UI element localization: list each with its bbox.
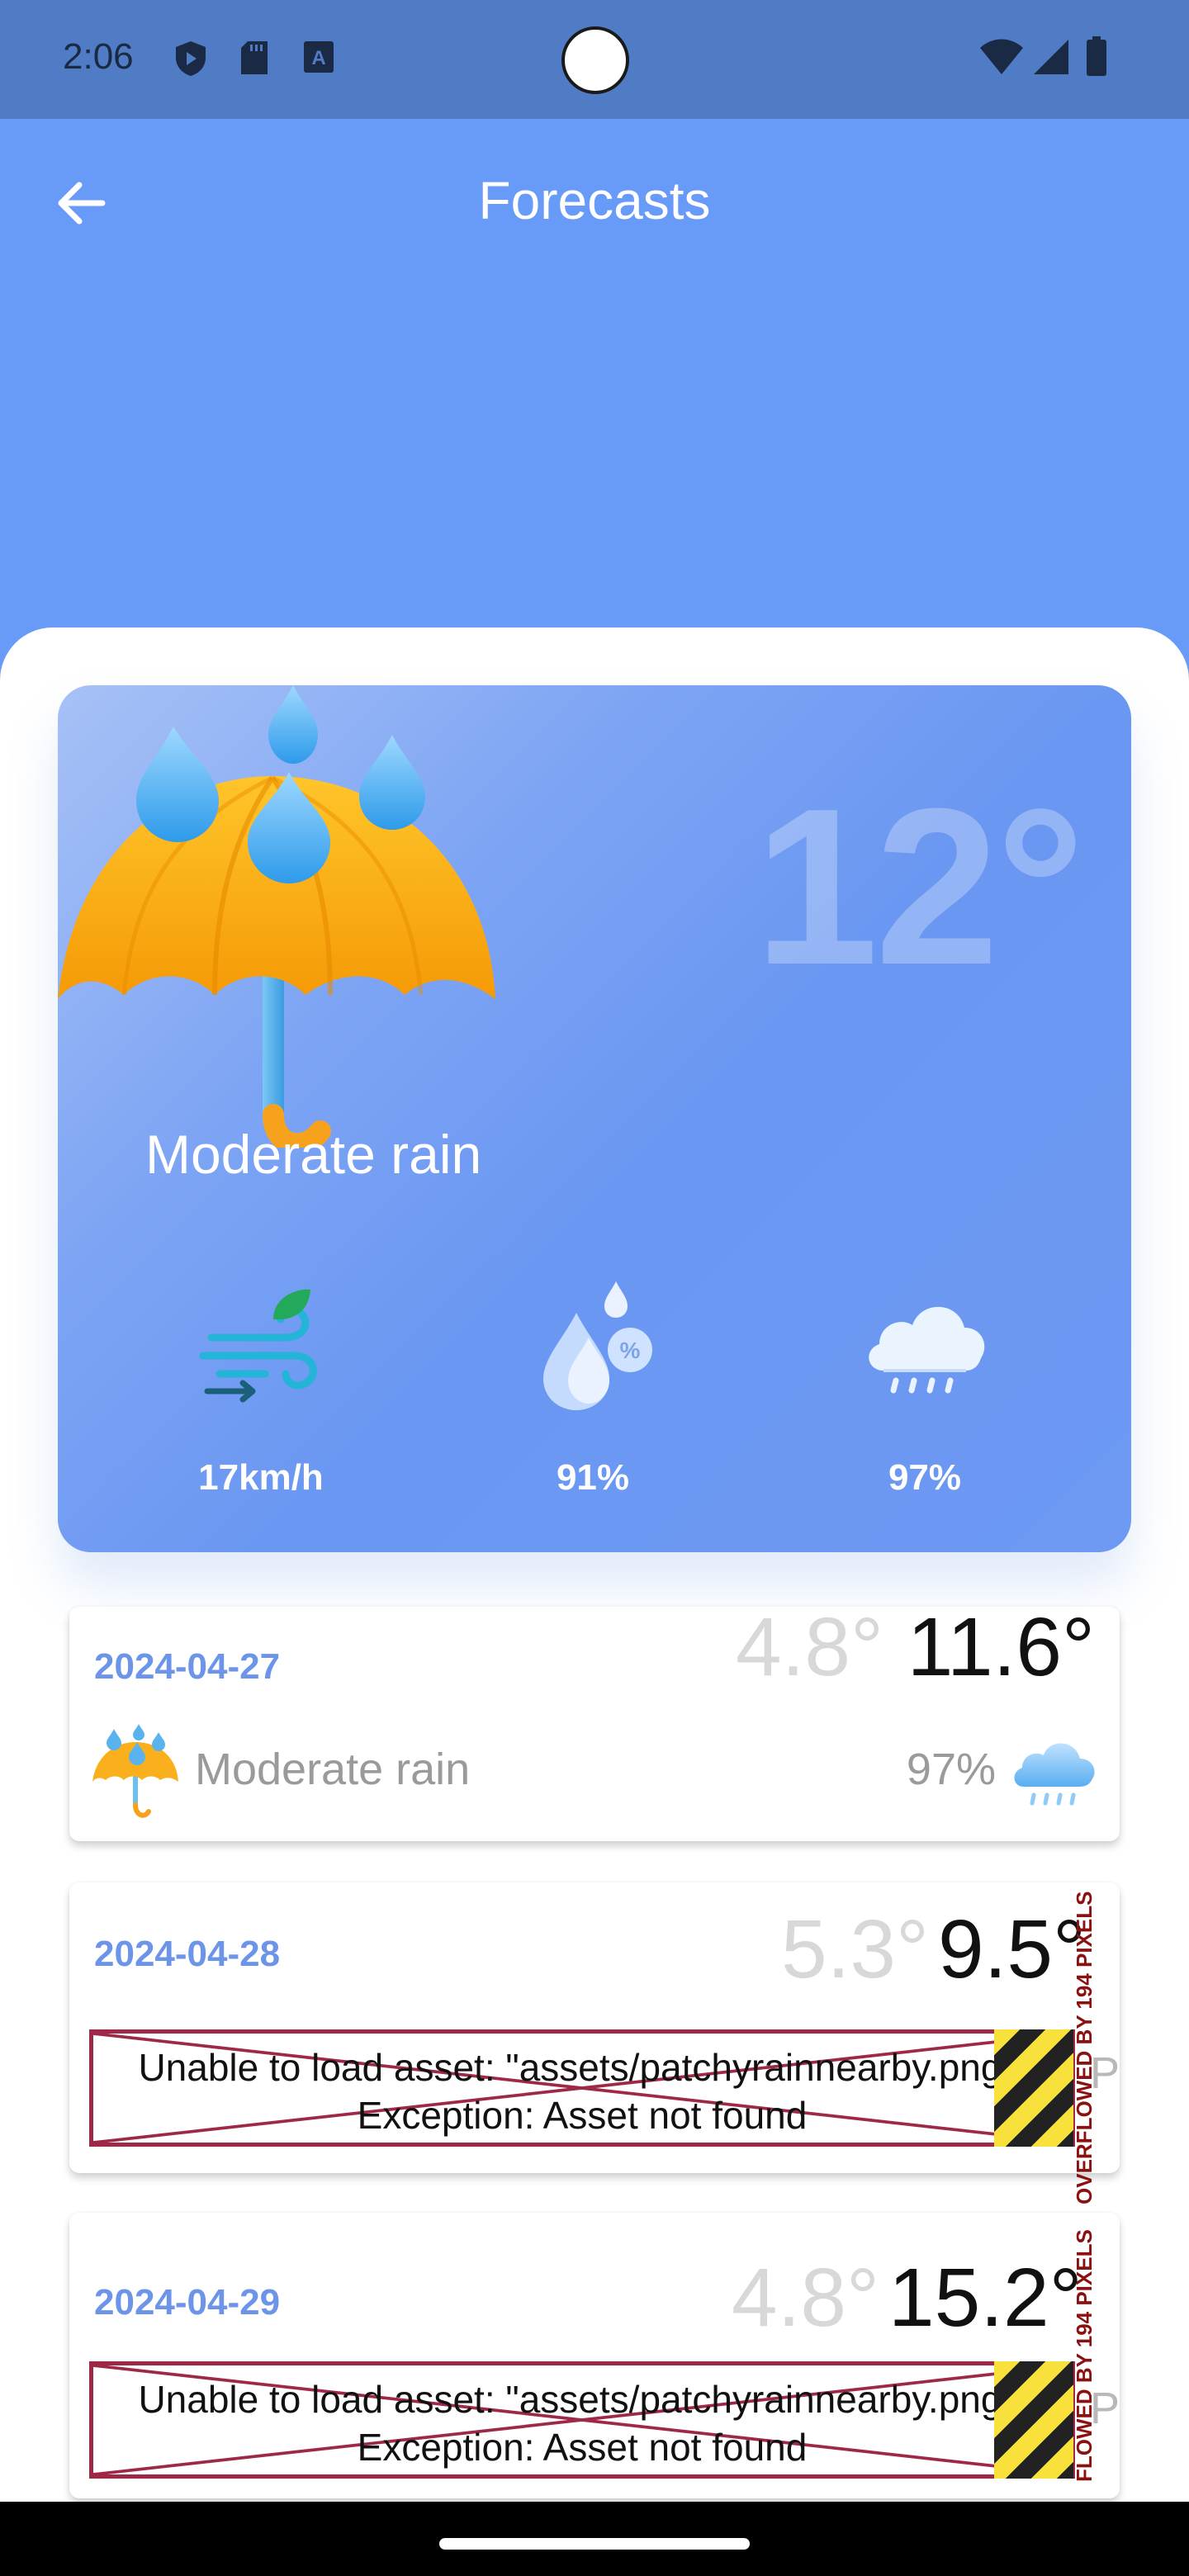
- wind-metric: 17km/h: [137, 1280, 385, 1499]
- svg-text:%: %: [620, 1338, 641, 1363]
- forecast-screen: 2:06 A Forecasts 12° Moderate rain 17km/…: [0, 0, 1189, 2576]
- wifi-icon: [980, 39, 1023, 74]
- status-time: 2:06: [63, 36, 134, 77]
- overflow-warning-stripes: [994, 2029, 1073, 2147]
- navigation-bar: [0, 2502, 1189, 2576]
- page-title: Forecasts: [478, 171, 711, 230]
- asset-error-box: Unable to load asset: "assets/patchyrain…: [89, 2361, 1075, 2479]
- overflow-warning-stripes: [994, 2361, 1073, 2479]
- forecast-min-temp: 5.3°: [781, 1903, 930, 1996]
- forecast-max-temp: 15.2°: [888, 2252, 1082, 2344]
- forecast-rain-chance: 97%: [906, 1745, 996, 1794]
- sd-card-icon: [241, 41, 268, 74]
- forecast-min-temp: 4.8°: [735, 1607, 883, 1693]
- forecast-card-2024-04-28[interactable]: 2024-04-28 5.3° 9.5° Unable to load asse…: [69, 1882, 1120, 2173]
- current-weather-card: 12° Moderate rain 17km/h % 91% 97%: [58, 685, 1131, 1552]
- forecast-min-temp: 4.8°: [732, 2252, 880, 2344]
- current-temperature: 12°: [754, 763, 1085, 1011]
- forecast-max-temp: 9.5°: [938, 1903, 1087, 1996]
- forecast-card-2024-04-27[interactable]: 2024-04-27 4.8° 11.6° Moderate rain 97%: [69, 1607, 1120, 1841]
- asset-error-line1: Unable to load asset: "assets/patchyrain…: [138, 2046, 1026, 2089]
- forecast-date: 2024-04-28: [94, 1934, 281, 1974]
- signal-icon: [1034, 40, 1068, 74]
- asset-error-line2: Exception: Asset not found: [357, 2094, 808, 2137]
- svg-text:A: A: [311, 47, 325, 69]
- asset-error-message: Unable to load asset: "assets/patchyrain…: [93, 2375, 1071, 2471]
- forecast-date: 2024-04-29: [94, 2282, 281, 2323]
- home-gesture-handle[interactable]: [439, 2538, 750, 2550]
- humidity-icon: %: [543, 1281, 652, 1410]
- camera-cutout: [561, 26, 629, 94]
- umbrella-rain-icon: [58, 685, 495, 1148]
- rain-chance-metric: 97%: [801, 1280, 1049, 1499]
- battery-icon: [1087, 36, 1106, 76]
- asset-error-line1: Unable to load asset: "assets/patchyrain…: [138, 2378, 1026, 2421]
- keyboard-a-icon: A: [304, 41, 334, 73]
- overflow-warning-label: FLOWED BY 194 PIXELS: [1072, 2229, 1097, 2482]
- asset-error-message: Unable to load asset: "assets/patchyrain…: [93, 2043, 1071, 2139]
- forecast-max-temp: 11.6°: [907, 1607, 1095, 1693]
- current-condition: Moderate rain: [145, 1124, 482, 1185]
- rain-cloud-icon: [1014, 1743, 1095, 1806]
- forecast-card-2024-04-29[interactable]: 2024-04-29 4.8° 15.2° Unable to load ass…: [69, 2213, 1120, 2498]
- humidity-metric: % 91%: [469, 1280, 717, 1499]
- rain-cloud-icon: [869, 1306, 985, 1394]
- umbrella-rain-icon: [92, 1724, 178, 1818]
- asset-error-box: Unable to load asset: "assets/patchyrain…: [89, 2029, 1075, 2147]
- status-bar: 2:06 A: [0, 0, 1189, 119]
- forecast-condition: Moderate rain: [195, 1745, 471, 1794]
- forecast-date: 2024-04-27: [94, 1646, 281, 1687]
- wind-icon: [199, 1289, 317, 1403]
- overflow-warning-label: OVERFLOWED BY 194 PIXELS: [1072, 1891, 1097, 2204]
- shield-icon: [176, 41, 206, 76]
- humidity-value: 91%: [556, 1457, 630, 1498]
- wind-value: 17km/h: [198, 1457, 324, 1498]
- asset-error-line2: Exception: Asset not found: [357, 2426, 808, 2469]
- rain-chance-value: 97%: [888, 1457, 962, 1498]
